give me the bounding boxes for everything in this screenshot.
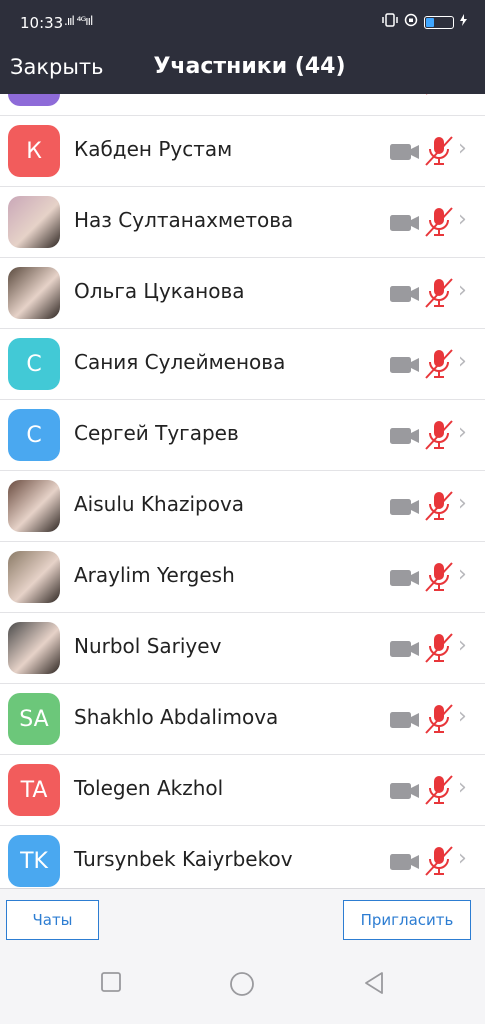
header: Закрыть Участники (44) <box>0 44 485 94</box>
participant-name: Araylim Yergesh <box>74 563 235 587</box>
mic-muted-icon <box>424 490 454 526</box>
video-off-icon <box>390 711 420 733</box>
page-title: Участники (44) <box>153 54 346 79</box>
participant-name: Aisulu Khazipova <box>74 492 245 516</box>
participant-name: Tursynbek Kaiyrbekov <box>74 847 293 871</box>
mic-muted-icon <box>424 845 454 881</box>
chevron-right-icon[interactable]: › <box>458 278 467 303</box>
video-off-icon <box>390 214 420 236</box>
video-off-icon <box>390 356 420 378</box>
chevron-right-icon[interactable]: › <box>458 633 467 658</box>
video-off-icon <box>390 498 420 520</box>
video-off-icon <box>390 427 420 449</box>
participant-name: Tolegen Akzhol <box>74 776 224 800</box>
avatar: TK <box>8 835 60 887</box>
chevron-right-icon[interactable]: › <box>458 207 467 232</box>
video-off-icon <box>390 285 420 307</box>
back-icon[interactable] <box>363 971 385 999</box>
avatar: TA <box>8 764 60 816</box>
chevron-right-icon[interactable]: › <box>458 704 467 729</box>
participant-row[interactable]: TK Tursynbek Kaiyrbekov › <box>0 826 485 888</box>
avatar: К <box>8 125 60 177</box>
avatar: И <box>8 94 60 106</box>
mic-muted-icon <box>424 348 454 384</box>
video-off-icon <box>390 640 420 662</box>
status-icons <box>382 13 467 31</box>
participant-name: Ольга Цуканова <box>74 279 245 303</box>
participant-row[interactable]: SA Shakhlo Abdalimova › <box>0 684 485 755</box>
participant-name: Shakhlo Abdalimova <box>74 705 279 729</box>
chevron-right-icon[interactable]: › <box>458 420 467 445</box>
participant-row[interactable]: TA Tolegen Akzhol › <box>0 755 485 826</box>
avatar: SA <box>8 693 60 745</box>
battery-icon <box>424 15 454 29</box>
mic-muted-icon <box>424 561 454 597</box>
participant-row[interactable]: С Сания Сулейменова › <box>0 329 485 400</box>
chats-button[interactable]: Чаты <box>6 900 99 940</box>
participant-name: Сергей Тугарев <box>74 421 239 445</box>
chevron-right-icon[interactable]: › <box>458 491 467 516</box>
charging-icon <box>460 14 467 30</box>
video-off-icon <box>390 569 420 591</box>
signal-icon: .ııl ⁴ᴳııl <box>64 14 93 28</box>
chevron-right-icon[interactable]: › <box>458 775 467 800</box>
avatar <box>8 267 60 319</box>
mic-muted-icon <box>424 632 454 668</box>
participant-list[interactable]: ИИслам Галымжанов›ККабден Рустам›Наз Сул… <box>0 94 485 888</box>
mic-muted-icon <box>424 703 454 739</box>
avatar <box>8 551 60 603</box>
invite-button[interactable]: Пригласить <box>343 900 471 940</box>
mic-muted-icon <box>424 135 454 171</box>
avatar: С <box>8 338 60 390</box>
participant-row[interactable]: К Кабден Рустам › <box>0 116 485 187</box>
system-nav-bar <box>0 945 485 1024</box>
home-icon[interactable] <box>229 971 255 1001</box>
mic-muted-icon <box>424 206 454 242</box>
participant-row[interactable]: ИИслам Галымжанов› <box>0 94 485 116</box>
status-time: 10:33 <box>20 14 64 32</box>
recents-icon[interactable] <box>100 971 122 997</box>
mic-muted-icon <box>424 94 454 100</box>
participant-row[interactable]: Наз Султанахметова › <box>0 187 485 258</box>
bottom-bar: Чаты Пригласить <box>0 888 485 946</box>
participant-name: Сания Сулейменова <box>74 350 286 374</box>
mic-muted-icon <box>424 419 454 455</box>
participant-name: Наз Султанахметова <box>74 208 294 232</box>
mic-muted-icon <box>424 277 454 313</box>
chevron-right-icon[interactable]: › <box>458 349 467 374</box>
video-off-icon <box>390 143 420 165</box>
participant-row[interactable]: Ольга Цуканова › <box>0 258 485 329</box>
participant-row[interactable]: С Сергей Тугарев › <box>0 400 485 471</box>
status-bar: 10:33 .ııl ⁴ᴳııl <box>0 0 485 44</box>
avatar <box>8 480 60 532</box>
chevron-right-icon[interactable]: › <box>458 846 467 871</box>
vibrate-icon <box>382 13 398 31</box>
avatar: С <box>8 409 60 461</box>
participant-name: Nurbol Sariyev <box>74 634 222 658</box>
alarm-icon <box>404 13 418 31</box>
chevron-right-icon[interactable]: › <box>458 136 467 161</box>
video-off-icon <box>390 782 420 804</box>
video-off-icon <box>390 853 420 875</box>
avatar <box>8 622 60 674</box>
mic-muted-icon <box>424 774 454 810</box>
participant-row[interactable]: Nurbol Sariyev › <box>0 613 485 684</box>
avatar <box>8 196 60 248</box>
participant-name: Кабден Рустам <box>74 137 233 161</box>
chevron-right-icon[interactable]: › <box>458 562 467 587</box>
participant-row[interactable]: Araylim Yergesh › <box>0 542 485 613</box>
participant-row[interactable]: Aisulu Khazipova › <box>0 471 485 542</box>
